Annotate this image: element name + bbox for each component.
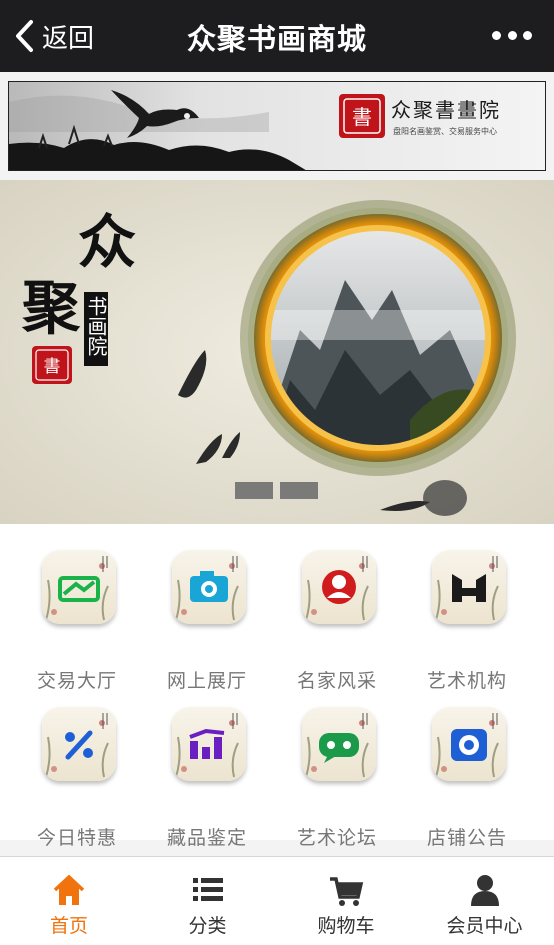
menu-tile	[302, 550, 376, 624]
tab-home[interactable]: 首页	[0, 857, 138, 945]
chart-icon	[175, 713, 239, 778]
hero-subtitle: 书画院	[84, 296, 108, 356]
home-icon	[53, 874, 85, 905]
menu-tile	[432, 707, 506, 781]
tab-label: 分类	[188, 915, 227, 937]
menu-tile	[42, 550, 116, 624]
tab-list[interactable]: 分类	[139, 857, 277, 945]
ink-landscape-banner: 書 众聚書畫院 盘阳名画鉴赏、交易服务中心	[9, 82, 545, 170]
menu-tile	[42, 707, 116, 781]
building-icon	[435, 556, 499, 621]
user-icon	[470, 875, 499, 906]
hero-calligraphy-2: 聚	[21, 274, 81, 342]
camera-icon	[175, 556, 239, 621]
tab-label: 会员中心	[446, 915, 523, 937]
menu-item[interactable]: 艺术机构	[402, 550, 532, 692]
menu-item[interactable]: 今日特惠	[12, 707, 142, 849]
menu-item-label: 网上展厅	[166, 670, 247, 692]
cart-icon	[330, 877, 364, 906]
dot-icon	[492, 30, 501, 40]
menu-item[interactable]: 艺术论坛	[272, 707, 402, 849]
dot-icon	[507, 30, 517, 40]
brand-name: 众聚書畫院	[391, 98, 501, 122]
carousel-dot[interactable]	[235, 482, 273, 499]
bottom-tab-bar: 首页 分类 购物车 会员中心	[0, 856, 554, 945]
hero-painting: 众 聚 书画院 書	[0, 180, 554, 524]
seal-char: 書	[352, 105, 372, 129]
category-grid: 交易大厅 网上展厅 名家风采 艺术机构今日特惠 藏品鉴定 艺术论坛 店铺公告	[0, 524, 554, 849]
brand-tagline: 盘阳名画鉴赏、交易服务中心	[393, 126, 497, 136]
menu-item-label: 艺术论坛	[296, 827, 377, 849]
tab-label: 首页	[49, 915, 88, 937]
percent-icon	[45, 713, 109, 778]
person-icon	[305, 556, 369, 621]
menu-tile	[172, 550, 246, 624]
menu-item[interactable]: 店铺公告	[402, 707, 532, 849]
menu-item-label: 艺术机构	[426, 670, 507, 692]
chat-icon	[305, 713, 369, 778]
list-icon	[192, 878, 223, 901]
carousel-dot[interactable]	[280, 482, 318, 499]
menu-item[interactable]: 藏品鉴定	[142, 707, 272, 849]
page-title: 众聚书画商城	[186, 22, 367, 56]
tab-label: 购物车	[317, 915, 375, 937]
carousel-indicators	[235, 482, 318, 499]
menu-item-label: 店铺公告	[426, 827, 507, 849]
handshake-icon	[45, 556, 109, 621]
menu-item[interactable]: 名家风采	[272, 550, 402, 692]
menu-item-label: 交易大厅	[36, 670, 117, 692]
hero-calligraphy-1: 众	[78, 208, 136, 276]
menu-tile	[172, 707, 246, 781]
hero-carousel[interactable]: 众 聚 书画院 書	[0, 180, 554, 524]
hero-seal-char: 書	[44, 357, 61, 377]
top-nav-bar: 返回 众聚书画商城	[0, 0, 554, 72]
menu-item[interactable]: 网上展厅	[142, 550, 272, 692]
brand-banner[interactable]: 書 众聚書畫院 盘阳名画鉴赏、交易服务中心	[8, 81, 546, 171]
menu-item[interactable]: 交易大厅	[12, 550, 142, 692]
tab-cart[interactable]: 购物车	[277, 857, 415, 945]
menu-tile	[432, 550, 506, 624]
menu-tile	[302, 707, 376, 781]
more-options-button[interactable]	[492, 24, 532, 46]
speaker-icon	[435, 713, 499, 778]
dot-icon	[523, 30, 532, 40]
menu-item-label: 藏品鉴定	[166, 827, 247, 849]
tab-user[interactable]: 会员中心	[416, 857, 554, 945]
menu-item-label: 今日特惠	[36, 827, 117, 849]
menu-item-label: 名家风采	[296, 670, 377, 692]
